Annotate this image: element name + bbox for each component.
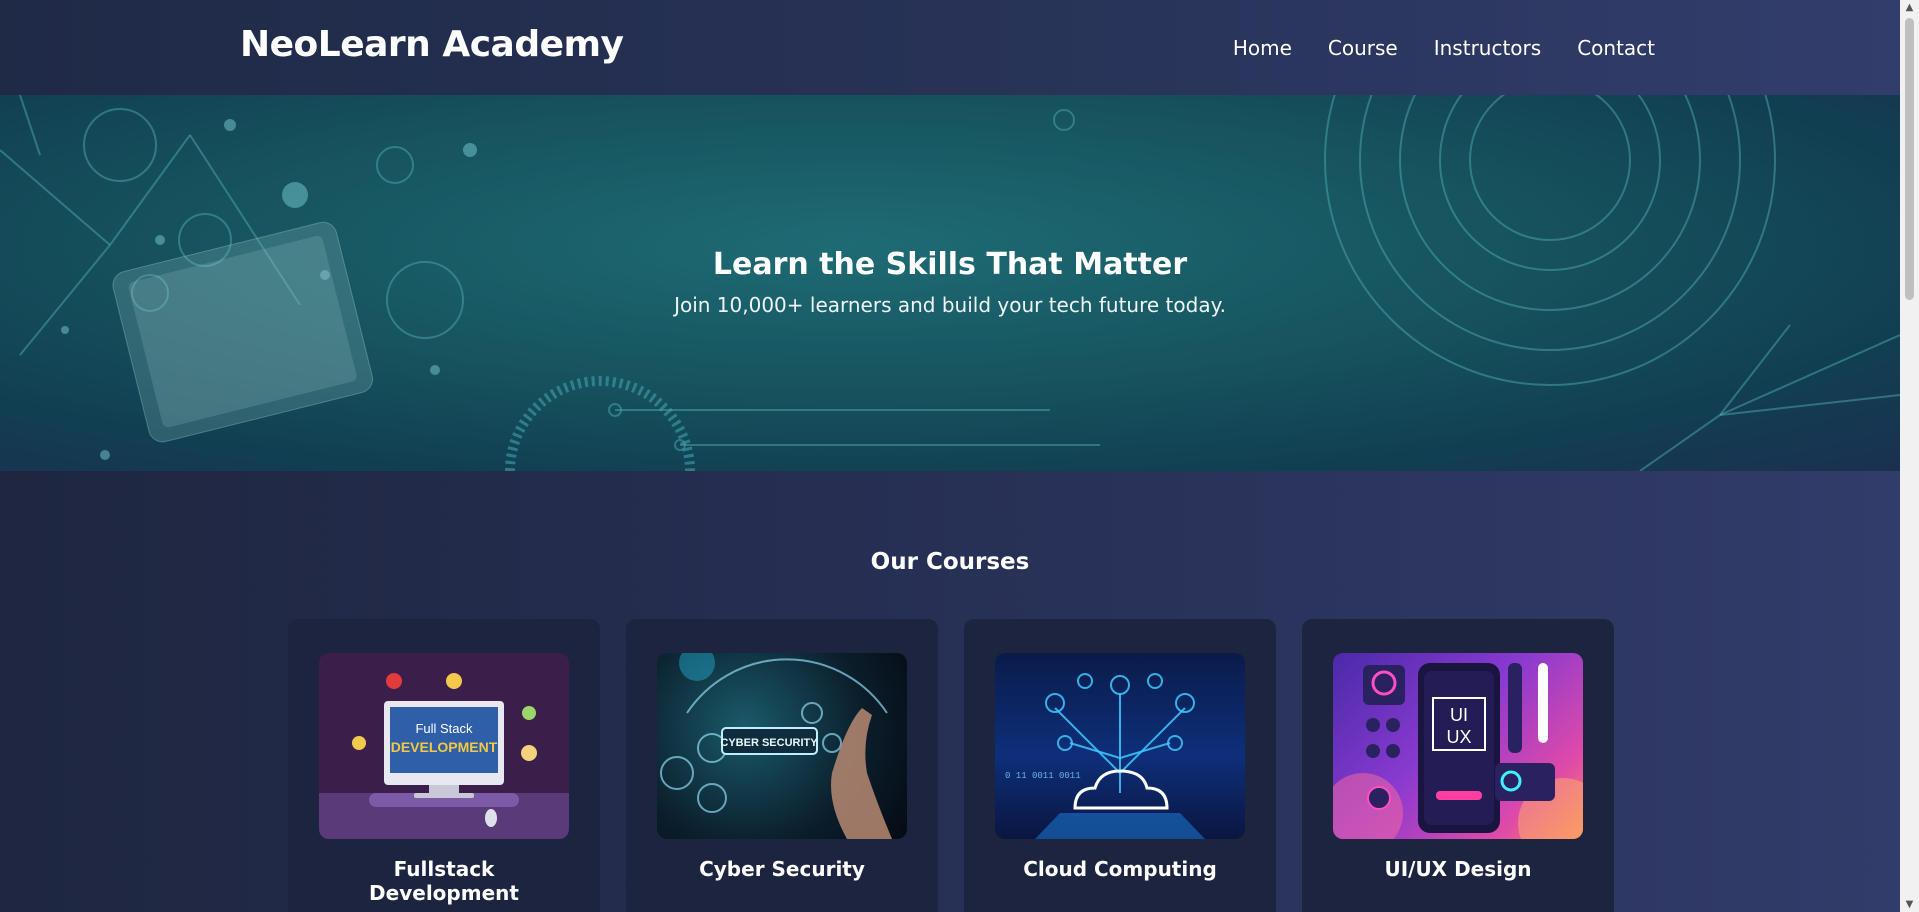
course-name[interactable]: Fullstack Development [319,857,569,905]
site-logo[interactable]: NeoLearn Academy [240,24,624,65]
cyber-thumb-text: CYBER SECURITY [720,737,818,749]
hero-background-graphic [0,95,1900,471]
main-nav: Home Course Instructors Contact [1233,36,1655,60]
scroll-up-icon[interactable]: ▲ [1900,2,1919,13]
cyber-security-thumbnail: CYBER SECURITY [657,653,907,839]
cloud-thumb-text: 0 11 0011 0011 [1005,771,1081,781]
course-card-ui-ux[interactable]: UI UX UI/UX Design [1302,619,1614,912]
nav-course[interactable]: Course [1328,36,1398,60]
scroll-down-icon[interactable]: ▼ [1900,899,1919,910]
ui-ux-thumbnail: UI UX [1333,653,1583,839]
scrollbar-thumb[interactable] [1905,18,1914,300]
nav-home[interactable]: Home [1233,36,1292,60]
cloud-computing-thumbnail: 0 11 0011 0011 [995,653,1245,839]
course-name[interactable]: Cloud Computing [995,857,1245,881]
uiux-thumb-text-1: UI [1450,705,1468,725]
fullstack-thumb-text-1: Full Stack [415,721,473,736]
site-header: NeoLearn Academy Home Course Instructors… [0,0,1900,95]
page-scrollbar[interactable]: ▲ ▼ [1900,0,1919,912]
hero-banner: Learn the Skills That Matter Join 10,000… [0,95,1900,471]
uiux-thumb-text-2: UX [1446,727,1471,747]
fullstack-thumb-text-2: DEVELOPMENT [391,739,498,755]
course-list: Full Stack DEVELOPMENT Fullstack Develop… [288,619,1614,912]
course-name[interactable]: Cyber Security [657,857,907,881]
nav-contact[interactable]: Contact [1577,36,1655,60]
nav-instructors[interactable]: Instructors [1434,36,1541,60]
course-name[interactable]: UI/UX Design [1333,857,1583,881]
course-card-cyber-security[interactable]: CYBER SECURITY Cyber Security [626,619,938,912]
course-card-cloud-computing[interactable]: 0 11 0011 0011 Cloud Computing [964,619,1276,912]
courses-heading: Our Courses [870,549,1030,575]
hero-title: Learn the Skills That Matter [712,247,1188,282]
fullstack-thumbnail: Full Stack DEVELOPMENT [319,653,569,839]
hero-subtitle: Join 10,000+ learners and build your tec… [674,293,1226,317]
course-card-fullstack[interactable]: Full Stack DEVELOPMENT Fullstack Develop… [288,619,600,912]
